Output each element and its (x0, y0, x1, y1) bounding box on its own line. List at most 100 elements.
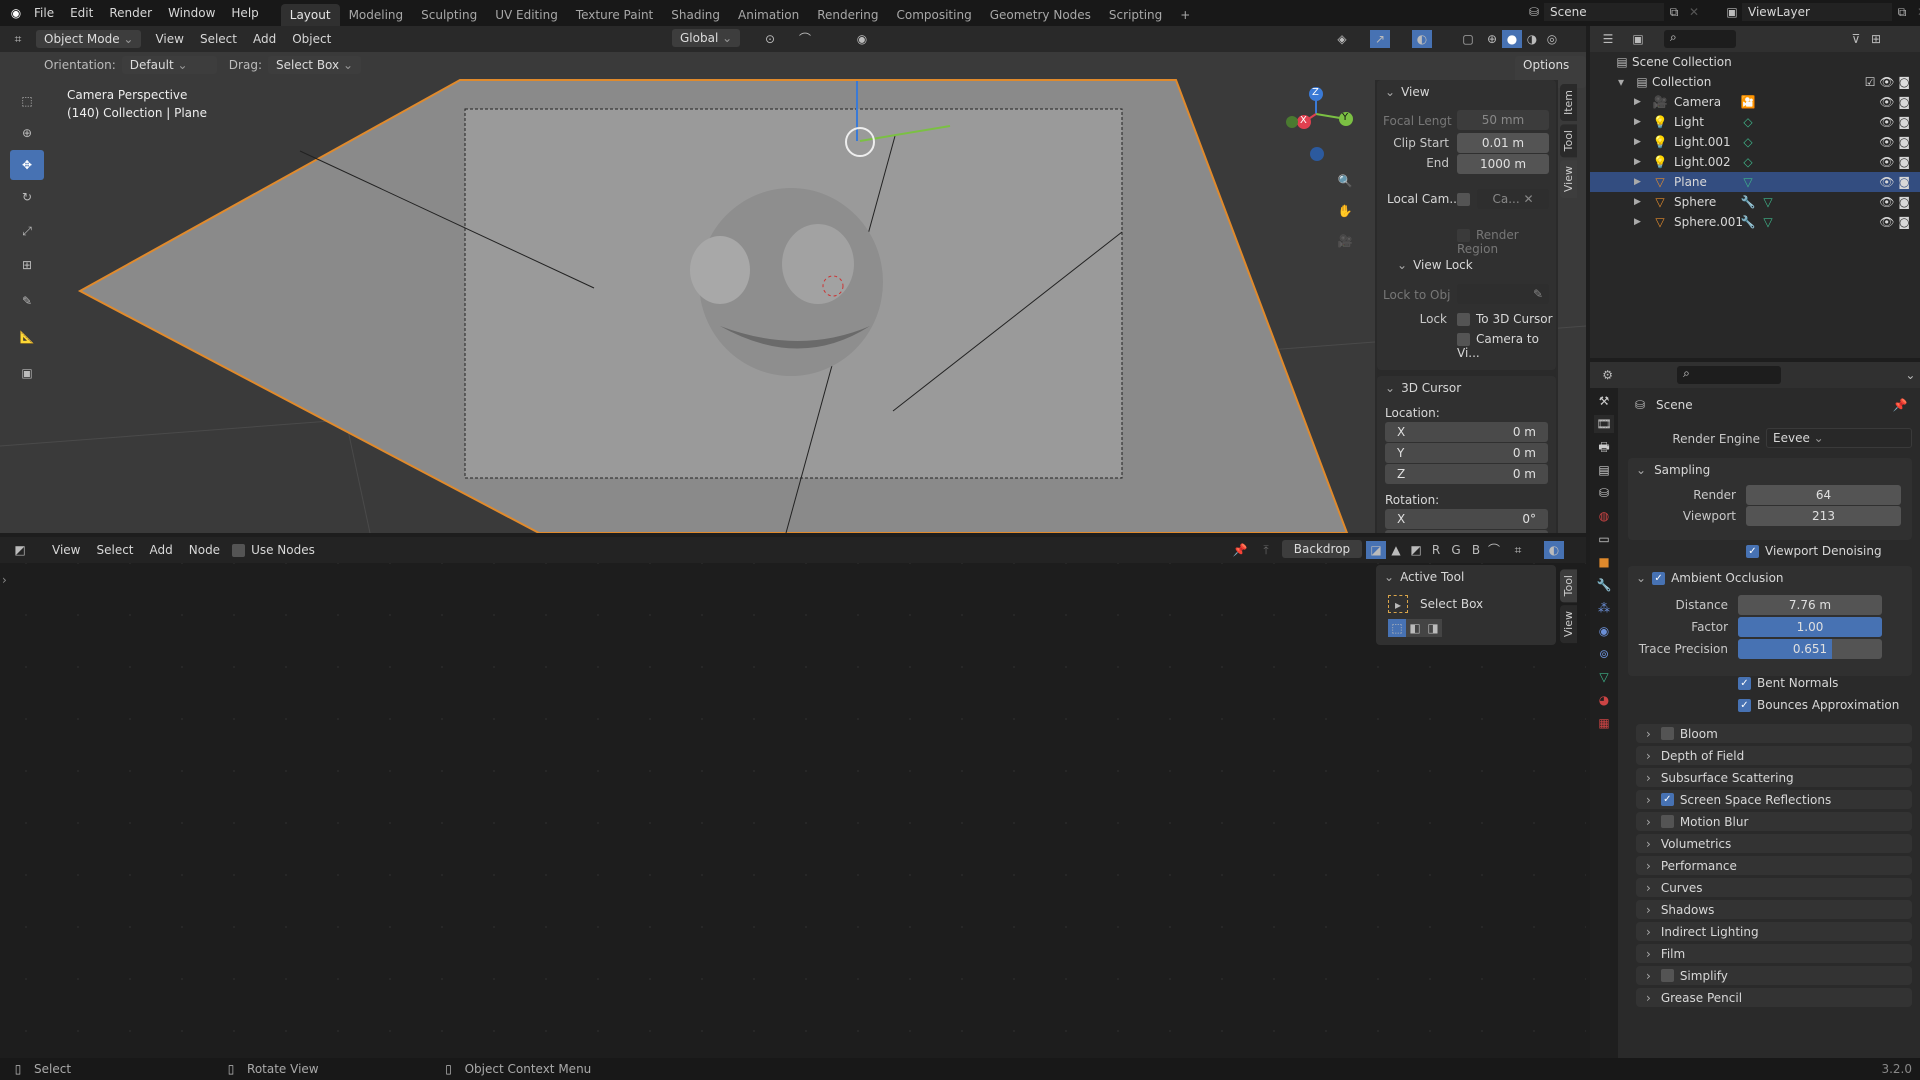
scene-collection-row[interactable]: ▤ Scene Collection (1590, 52, 1920, 72)
render-camera-icon[interactable]: ◙ (1898, 95, 1910, 109)
chevron-down-icon[interactable]: ⌄ (1901, 366, 1920, 384)
local-camera-checkbox[interactable] (1457, 193, 1470, 206)
section-checkbox[interactable]: ✓ (1660, 793, 1674, 806)
eye-icon[interactable]: 👁 (1879, 155, 1898, 169)
viewport-menu-object[interactable]: Object (284, 32, 339, 46)
overlay-toggle-icon[interactable]: ◐ (1412, 30, 1432, 48)
render-camera-icon[interactable]: ◙ (1898, 155, 1910, 169)
render-icon-tab[interactable]: 🎞 (1594, 415, 1614, 433)
viewport-menu-add[interactable]: Add (245, 32, 284, 46)
lock-object-field[interactable]: ✎ (1457, 284, 1549, 304)
node-menu-view[interactable]: View (44, 543, 88, 557)
material-icon-tab[interactable]: ◕ (1594, 691, 1614, 709)
xray-icon[interactable]: ▢ (1458, 30, 1478, 48)
factor-slider[interactable]: 1.00 (1738, 617, 1882, 637)
menu-file[interactable]: File (26, 6, 62, 20)
viewport-denoising-checkbox[interactable]: ✓ Viewport Denoising (1746, 544, 1882, 558)
section-screen-space-reflections[interactable]: › ✓ Screen Space Reflections (1636, 790, 1912, 809)
rotate-tool-icon[interactable]: ↻ (10, 180, 44, 214)
tab-animation[interactable]: Animation (729, 4, 808, 26)
channel-b-button[interactable]: B (1466, 541, 1486, 559)
material-shading-icon[interactable]: ◑ (1522, 30, 1542, 48)
pan-hand-icon[interactable]: ✋ (1335, 202, 1355, 220)
outliner-item[interactable]: ▶ 💡 Light.002 ◇ 👁 ◙ (1590, 152, 1920, 172)
ao-checkbox[interactable]: ✓ (1652, 571, 1666, 585)
tab-uv-editing[interactable]: UV Editing (486, 4, 567, 26)
section-subsurface-scattering[interactable]: › Subsurface Scattering (1636, 768, 1912, 787)
data-icon-tab[interactable]: ▽ (1594, 668, 1614, 686)
chevron-down-icon[interactable]: ⌄ (1385, 381, 1395, 395)
expand-arrow-icon[interactable]: ▶ (1634, 117, 1650, 127)
section-checkbox[interactable] (1660, 727, 1674, 740)
backdrop-color-icon[interactable]: ▲ (1386, 541, 1406, 559)
gizmo-toggle-icon[interactable]: ↗ (1370, 30, 1390, 48)
light-data-icon[interactable]: ◇ (1738, 153, 1758, 171)
drag-dropdown[interactable]: Select Box (267, 56, 361, 74)
viewport-menu-view[interactable]: View (147, 32, 191, 46)
light-data-icon[interactable]: ◇ (1738, 113, 1758, 131)
outliner-item[interactable]: ▶ ▽ Sphere.001 🔧 ▽ 👁 ◙ (1590, 212, 1920, 232)
use-nodes-checkbox[interactable]: Use Nodes (232, 543, 315, 557)
object-icon-tab[interactable]: ■ (1594, 553, 1614, 571)
scene-name[interactable]: Scene (1544, 3, 1664, 21)
outliner-item[interactable]: ▶ ▽ Sphere 🔧 ▽ 👁 ◙ (1590, 192, 1920, 212)
snap-icon[interactable]: ⌒ (795, 30, 815, 48)
expand-arrow-icon[interactable]: ▶ (1634, 137, 1650, 147)
node-menu-select[interactable]: Select (88, 543, 141, 557)
outliner-item[interactable]: ▶ 🎥 Camera 🎦 👁 ◙ (1590, 92, 1920, 112)
physics-icon-tab[interactable]: ◉ (1594, 622, 1614, 640)
chevron-down-icon[interactable]: ⌄ (1397, 258, 1407, 272)
expand-arrow-icon[interactable]: ▶ (1634, 97, 1650, 107)
clip-end-field[interactable]: 1000 m (1457, 154, 1549, 174)
editor-type-icon[interactable]: ☰ (1598, 30, 1618, 48)
eye-icon[interactable]: 👁 (1879, 175, 1898, 189)
viewlayer-name[interactable]: ViewLayer (1742, 3, 1892, 21)
render-camera-icon[interactable]: ◙ (1898, 115, 1910, 129)
outliner-item[interactable]: ▶ 💡 Light ◇ 👁 ◙ (1590, 112, 1920, 132)
node-editor[interactable]: ◩ View Select Add Node Use Nodes 📌 ⤒ Backdr… (0, 537, 1586, 1058)
sidebar-tab-tool[interactable]: Tool (1560, 124, 1577, 158)
new-collection-icon[interactable]: ⊞ (1866, 30, 1886, 48)
node-sidebar-tab-view[interactable]: View (1560, 605, 1577, 644)
clip-start-field[interactable]: 0.01 m (1457, 133, 1549, 153)
section-volumetrics[interactable]: › Volumetrics (1636, 834, 1912, 853)
modifier-icon-tab[interactable]: 🔧 (1594, 576, 1614, 594)
select-mode-new-icon[interactable]: ⬚ (1388, 619, 1406, 637)
blender-logo-icon[interactable]: ◉ (6, 4, 26, 22)
bounces-approximation-checkbox[interactable]: ✓ Bounces Approximation (1738, 698, 1899, 712)
collection-visibility-icons[interactable]: ☑ 👁 ◙ (1865, 75, 1910, 89)
camera-data-icon[interactable]: 🎦 (1738, 93, 1758, 111)
parent-node-tree-icon[interactable]: ⤒ (1256, 541, 1276, 559)
section-shadows[interactable]: › Shadows (1636, 900, 1912, 919)
select-mode-subtract-icon[interactable]: ◨ (1424, 619, 1442, 637)
viewlayer-selector[interactable]: ▣ ViewLayer ⧉✕ (1722, 3, 1920, 21)
node-menu-add[interactable]: Add (142, 543, 181, 557)
transform-tool-icon[interactable]: ⊞ (10, 248, 44, 282)
channel-r-button[interactable]: R (1426, 541, 1446, 559)
render-camera-icon[interactable]: ◙ (1898, 215, 1910, 229)
pin-icon[interactable]: 📌 (1230, 541, 1250, 559)
loc-y-field[interactable]: Y 0 m (1385, 443, 1548, 463)
rot-x-field[interactable]: X 0° (1385, 509, 1548, 529)
camera-view-icon[interactable]: 🎥 (1335, 232, 1355, 250)
snap-icon[interactable]: ⌒ (1484, 541, 1504, 559)
render-camera-icon[interactable]: ◙ (1898, 175, 1910, 189)
camera-to-view-toggle[interactable]: Camera to Vi... (1457, 332, 1556, 360)
expand-arrow-icon[interactable]: ▶ (1634, 217, 1650, 227)
wireframe-shading-icon[interactable]: ⊕ (1482, 30, 1502, 48)
tab-layout[interactable]: Layout (280, 4, 340, 26)
new-scene-icon[interactable]: ⧉ (1664, 3, 1684, 21)
expand-arrow-icon[interactable]: ▶ (1634, 157, 1650, 167)
chevron-down-icon[interactable]: ⌄ (1636, 463, 1646, 477)
light-data-icon[interactable]: ◇ (1738, 133, 1758, 151)
backdrop-button[interactable]: Backdrop (1282, 540, 1362, 558)
tab-compositing[interactable]: Compositing (887, 4, 980, 26)
editor-type-icon[interactable]: ⌗ (8, 30, 28, 48)
modifier-wrench-icon[interactable]: 🔧 (1738, 213, 1758, 231)
add-workspace-button[interactable]: + (1171, 4, 1199, 26)
viewport-samples-field[interactable]: 213 (1746, 506, 1901, 526)
eye-icon[interactable]: 👁 (1879, 215, 1898, 229)
section-checkbox[interactable] (1660, 815, 1674, 828)
toolbar-expand-icon[interactable]: › (2, 573, 7, 587)
scene-icon-tab[interactable]: ⛁ (1594, 484, 1614, 502)
